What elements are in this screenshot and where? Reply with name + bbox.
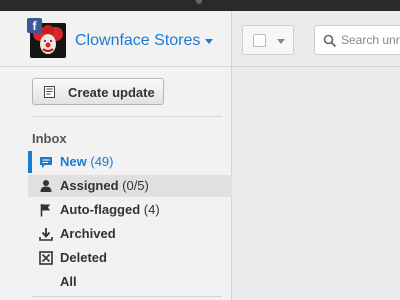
sidebar-item-archived[interactable]: Archived xyxy=(28,223,232,245)
sidebar-item-label: Archived xyxy=(60,226,116,241)
search-input[interactable] xyxy=(341,31,400,49)
sidebar-item-assigned[interactable]: Assigned (0/5) xyxy=(28,175,232,197)
sidebar-item-label: Auto-flagged (4) xyxy=(60,202,160,217)
bulk-select-dropdown[interactable] xyxy=(242,25,294,55)
sidebar-item-label: All xyxy=(60,274,77,289)
search-box[interactable] xyxy=(314,25,400,55)
flag-icon xyxy=(40,204,50,217)
inbox-heading: Inbox xyxy=(32,131,67,146)
chevron-down-icon[interactable] xyxy=(205,39,213,44)
top-bar xyxy=(0,0,400,11)
sidebar-item-label: Deleted xyxy=(60,250,107,265)
account-switcher[interactable]: f Clownface Stores xyxy=(27,18,227,58)
item-count: (0/5) xyxy=(122,178,149,193)
sidebar-item-all[interactable]: All xyxy=(28,271,232,293)
document-icon xyxy=(44,86,55,98)
header-divider xyxy=(0,66,400,67)
chevron-down-icon[interactable] xyxy=(277,39,285,44)
create-update-label: Create update xyxy=(68,85,155,100)
person-icon xyxy=(40,180,52,192)
sidebar-item-auto-flagged[interactable]: Auto-flagged (4) xyxy=(28,199,232,221)
speech-bubble-icon xyxy=(40,157,52,168)
sidebar-item-deleted[interactable]: Deleted xyxy=(28,247,232,269)
top-bar-indicator xyxy=(196,0,202,4)
select-all-checkbox[interactable] xyxy=(253,34,266,47)
facebook-badge-icon: f xyxy=(27,18,42,33)
item-count: (4) xyxy=(143,202,160,217)
sidebar-item-new[interactable]: New (49) xyxy=(28,151,232,173)
search-icon xyxy=(323,34,337,48)
divider xyxy=(32,116,222,117)
active-indicator xyxy=(28,151,32,173)
x-box-icon xyxy=(39,251,53,265)
sidebar-item-label: Assigned (0/5) xyxy=(60,178,149,193)
divider xyxy=(32,296,222,297)
create-update-button[interactable]: Create update xyxy=(32,78,164,105)
sidebar-item-label: New (49) xyxy=(60,154,114,169)
item-count: (49) xyxy=(90,154,114,169)
download-tray-icon xyxy=(39,228,53,241)
account-name[interactable]: Clownface Stores xyxy=(75,32,200,50)
